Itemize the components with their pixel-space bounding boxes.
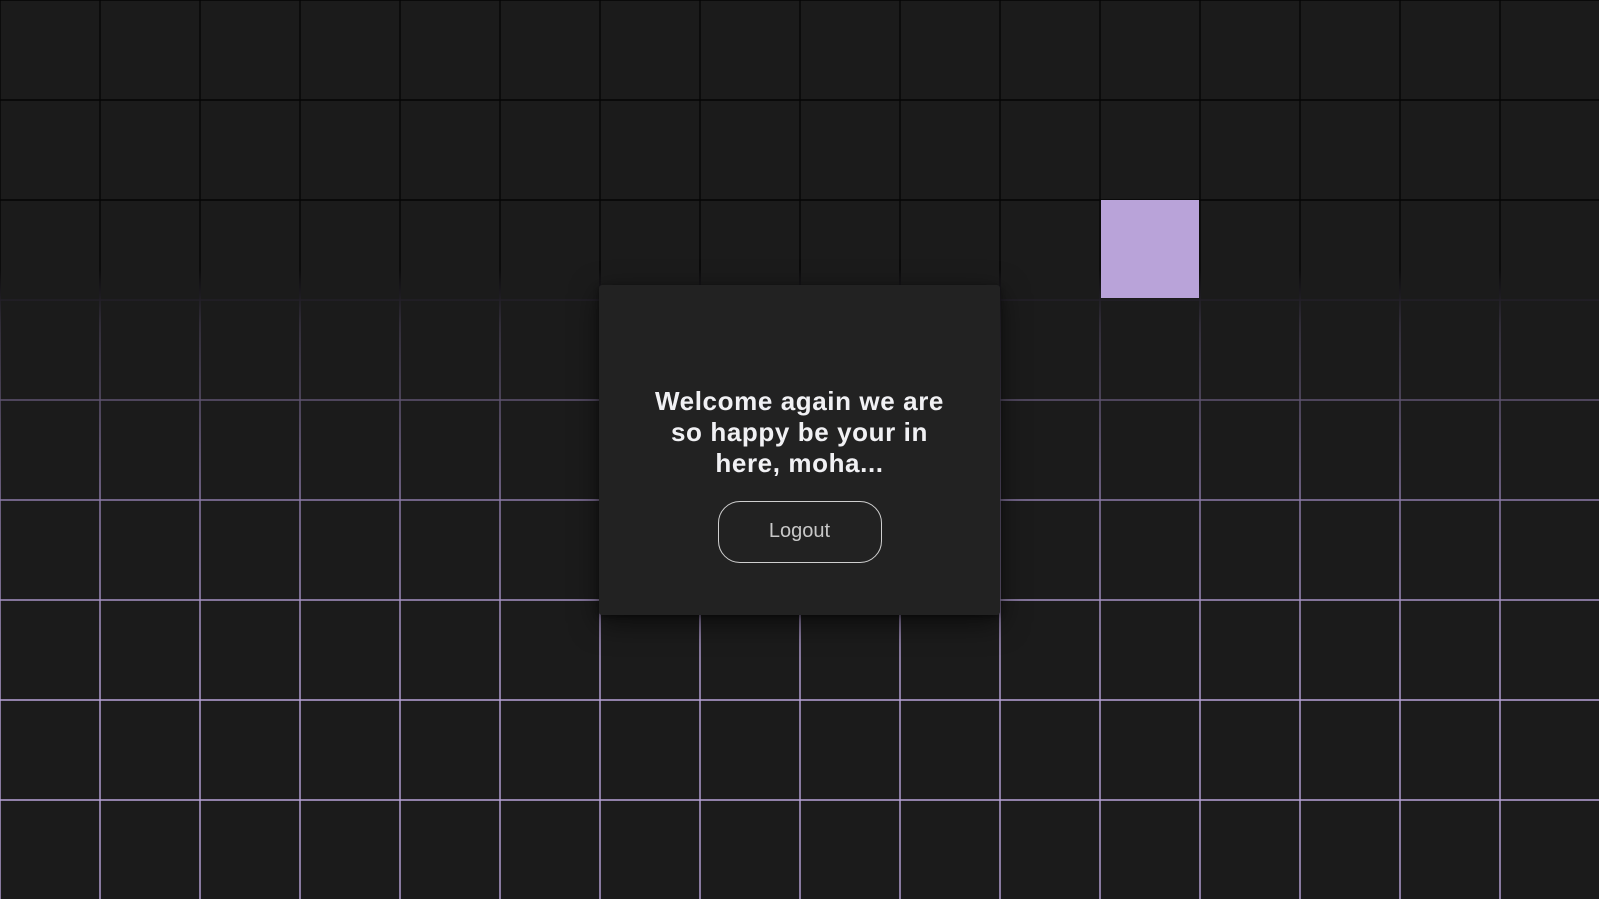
highlighted-grid-tile[interactable] — [1101, 200, 1199, 298]
logout-button[interactable]: Logout — [717, 500, 882, 563]
welcome-card: Welcome again we are so happy be your in… — [599, 285, 1000, 615]
welcome-message: Welcome again we are so happy be your in… — [655, 385, 944, 478]
